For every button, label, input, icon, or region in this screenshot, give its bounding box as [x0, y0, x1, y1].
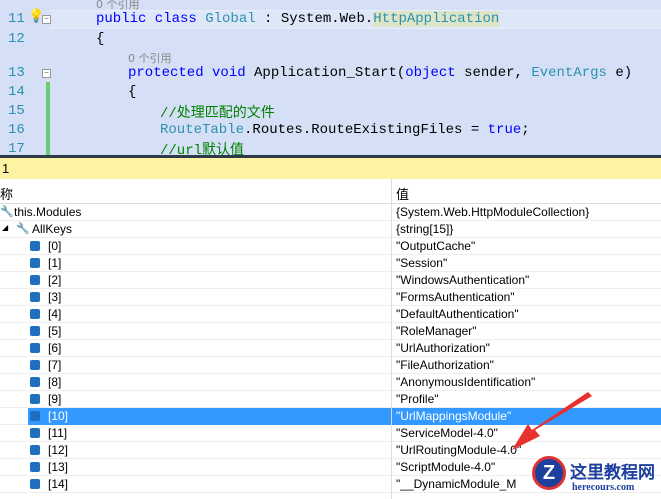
red-arrow-annotation	[512, 392, 592, 450]
watermark-logo: Z 这里教程网 herecours.com	[528, 452, 661, 499]
watermark-url: herecours.com	[572, 482, 635, 493]
watermark-title: 这里教程网	[570, 463, 655, 483]
